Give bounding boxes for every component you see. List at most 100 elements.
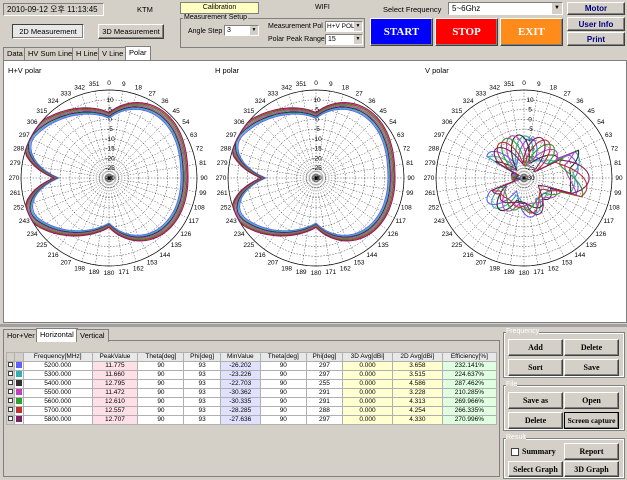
cell-eff: 224.637% [441, 369, 498, 380]
stop-button[interactable]: STOP [435, 18, 498, 46]
cell-phi2: 297 [305, 360, 344, 371]
angle-label: 45 [588, 108, 596, 115]
table-row[interactable]: 5500.000 11.472 90 93 -30.362 90 291 0.000 3.228… [6, 387, 498, 398]
row-indicator[interactable] [6, 360, 15, 371]
open-button[interactable]: Open [564, 392, 619, 409]
cell-theta: 90 [137, 360, 185, 371]
col-frequency[interactable]: Frequency[MHz] [23, 352, 93, 362]
radial-label: -5 [314, 126, 320, 133]
cell-peak: 12.707 [91, 414, 139, 425]
table-row[interactable]: 5200.000 11.775 90 93 -26.202 90 297 0.000 3.658… [6, 360, 498, 371]
angle-label: 297 [226, 132, 237, 139]
radial-label: 10 [106, 97, 114, 104]
tab-v-line[interactable]: V Line [98, 47, 128, 60]
polar-spoke [95, 177, 110, 265]
angle-label: 90 [200, 175, 208, 182]
col-theta-min[interactable]: Theta[deg] [259, 352, 307, 362]
row-indicator[interactable] [6, 378, 15, 389]
row-indicator[interactable] [6, 405, 15, 416]
angle-label: 333 [267, 90, 278, 97]
col-min-value[interactable]: MinValue [219, 352, 261, 362]
report-button[interactable]: Report [564, 443, 619, 460]
polar-spoke [523, 177, 538, 265]
col-phi[interactable]: Phi[deg] [183, 352, 221, 362]
tab-hv-sum-line[interactable]: HV Sum Line [24, 47, 77, 60]
col-theta[interactable]: Theta[deg] [137, 352, 185, 362]
angle-label: 99 [614, 190, 622, 197]
frequency-group-label: Frequency [506, 328, 540, 335]
cell-freq: 5800.000 [23, 414, 93, 425]
angle-label: 126 [180, 231, 191, 238]
sort-button[interactable]: Sort [508, 359, 563, 376]
polar-peak-range-select[interactable]: 15 ▼ [325, 34, 363, 45]
exit-button[interactable]: EXIT [500, 18, 563, 46]
save-as-button[interactable]: Save as [508, 392, 563, 409]
add-button[interactable]: Add [508, 339, 563, 356]
tab-hor-ver[interactable]: Hor+Ver [3, 329, 39, 342]
polar-spoke [37, 177, 110, 230]
angle-label: 198 [489, 265, 500, 272]
cell-eff: 232.141% [441, 360, 498, 371]
row-indicator[interactable] [6, 396, 15, 407]
delete-button[interactable]: Delete [564, 339, 619, 356]
polar-spoke [108, 137, 188, 179]
col-3d-avg[interactable]: 3D Avg[dBi] [342, 352, 393, 362]
user-info-button[interactable]: User Info [567, 17, 625, 31]
file-delete-button[interactable]: Delete [508, 412, 563, 429]
angle-label: 135 [378, 242, 389, 249]
2d-measurement-button[interactable]: 2D Measurement [12, 24, 84, 39]
cell-freq: 5700.000 [23, 405, 93, 416]
col-peak-value[interactable]: PeakValue [91, 352, 139, 362]
angle-label: 207 [60, 260, 71, 267]
select-frequency-dropdown[interactable]: 5~6Ghz ▼ [448, 2, 563, 15]
row-indicator[interactable] [6, 387, 15, 398]
table-row[interactable]: 5700.000 12.557 90 93 -28.285 90 288 0.000 4.254… [6, 405, 498, 416]
angle-label: 81 [614, 160, 622, 167]
angle-label: 207 [475, 260, 486, 267]
start-button[interactable]: START [370, 18, 433, 46]
polar-spoke [108, 177, 150, 257]
row-indicator[interactable] [6, 414, 15, 425]
angle-label: 189 [504, 269, 515, 276]
angle-label: 342 [281, 85, 292, 92]
table-row[interactable]: 5300.000 11.660 90 93 -23.226 90 297 0.000 3.515… [6, 369, 498, 380]
tab-polar[interactable]: Polar [125, 46, 151, 60]
col-2d-avg[interactable]: 2D Avg[dBi] [391, 352, 443, 362]
cell-phi2: 297 [305, 414, 344, 425]
print-button[interactable]: Print [567, 32, 625, 46]
angle-label: 153 [147, 260, 158, 267]
angle-step-label: Angle Step [188, 28, 223, 35]
col-efficiency[interactable]: Efficiency[%] [441, 352, 498, 362]
save-button[interactable]: Save [564, 359, 619, 376]
3d-measurement-button[interactable]: 3D Measurement [98, 24, 164, 39]
bottom-splitter[interactable] [0, 324, 627, 327]
3d-graph-button[interactable]: 3D Graph [564, 461, 619, 477]
table-row[interactable]: 5800.000 12.707 90 93 -27.636 90 297 0.000 4.330… [6, 414, 498, 425]
col-phi-min[interactable]: Phi[deg] [305, 352, 344, 362]
tab-vertical[interactable]: Vertical [76, 329, 109, 342]
angle-label: 315 [451, 108, 462, 115]
calibration-button[interactable]: Calibration [180, 2, 259, 14]
motor-button[interactable]: Motor [567, 2, 625, 15]
summary-checkbox[interactable] [511, 448, 519, 456]
angle-label: 0 [107, 80, 111, 87]
angle-label: 0 [314, 80, 318, 87]
measurement-pol-select[interactable]: H+V POL ▼ [325, 21, 363, 32]
cell-theta: 90 [137, 369, 185, 380]
select-graph-button[interactable]: Select Graph [508, 461, 563, 477]
screen-capture-button[interactable]: Screen capture [564, 412, 619, 429]
angle-label: 288 [428, 146, 439, 153]
row-indicator[interactable] [6, 369, 15, 380]
polar-peak-range-value: 15 [328, 36, 336, 43]
cell-avg3d: 0.000 [342, 369, 393, 380]
cell-min: -30.335 [219, 396, 261, 407]
angle-label: 54 [182, 119, 190, 126]
angle-label: 342 [74, 85, 85, 92]
angle-label: 36 [576, 98, 584, 105]
angle-label: 288 [220, 146, 231, 153]
angle-step-select[interactable]: 3 ▼ [224, 25, 259, 36]
table-row[interactable]: 5400.000 12.795 90 93 -22.703 90 255 0.000 4.586… [6, 378, 498, 389]
table-row[interactable]: 5600.000 12.610 90 93 -30.335 90 291 0.000 4.313… [6, 396, 498, 407]
tab-horizontal[interactable]: Horizontal [36, 328, 78, 342]
cell-peak: 11.775 [91, 360, 139, 371]
